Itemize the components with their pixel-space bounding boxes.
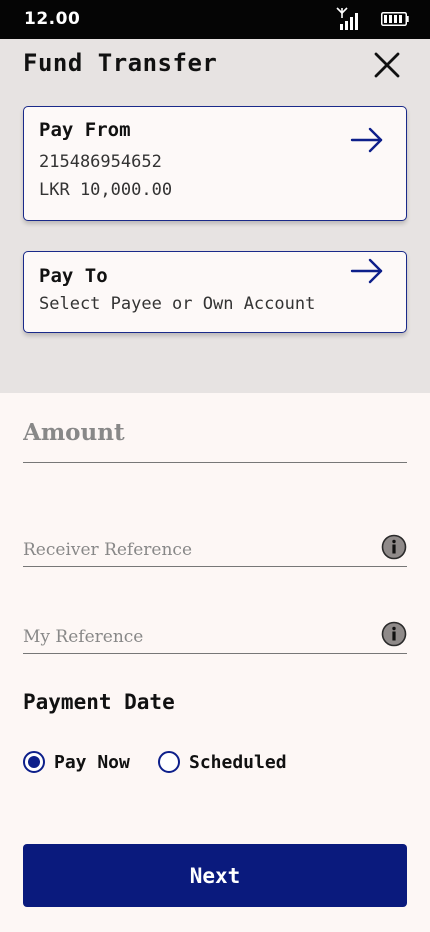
close-icon[interactable]: [370, 48, 404, 82]
pay-to-heading: Pay To: [39, 265, 108, 287]
account-balance: LKR 10,000.00: [39, 180, 173, 200]
my-reference-field: [23, 612, 407, 654]
radio-label: Pay Now: [54, 751, 130, 773]
pay-to-card[interactable]: Pay To Select Payee or Own Account: [23, 251, 407, 333]
transfer-header-section: Fund Transfer Pay From 215486954652 LKR …: [0, 39, 430, 393]
account-number: 215486954652: [39, 152, 162, 172]
signal-icon: [336, 7, 358, 30]
page-title: Fund Transfer: [23, 49, 218, 77]
radio-scheduled[interactable]: Scheduled: [158, 749, 287, 775]
status-time: 12.00: [24, 9, 81, 29]
arrow-right-icon: [350, 127, 383, 153]
status-bar: 12.00: [0, 0, 430, 39]
pay-from-card[interactable]: Pay From 215486954652 LKR 10,000.00: [23, 106, 407, 221]
receiver-reference-input[interactable]: [23, 540, 363, 560]
amount-field: [23, 405, 407, 463]
amount-input[interactable]: [23, 419, 363, 446]
next-button[interactable]: Next: [23, 844, 407, 907]
battery-icon: [381, 12, 409, 26]
arrow-right-icon: [350, 258, 383, 284]
info-icon[interactable]: [381, 621, 407, 647]
pay-to-hint: Select Payee or Own Account: [39, 294, 316, 314]
info-icon[interactable]: [381, 534, 407, 560]
receiver-reference-field: [23, 525, 407, 567]
radio-button-selected[interactable]: [23, 751, 45, 773]
radio-label: Scheduled: [189, 751, 287, 773]
radio-pay-now[interactable]: Pay Now: [23, 749, 130, 775]
pay-from-heading: Pay From: [39, 119, 131, 141]
my-reference-input[interactable]: [23, 627, 363, 647]
radio-button[interactable]: [158, 751, 180, 773]
payment-date-heading: Payment Date: [23, 690, 175, 714]
